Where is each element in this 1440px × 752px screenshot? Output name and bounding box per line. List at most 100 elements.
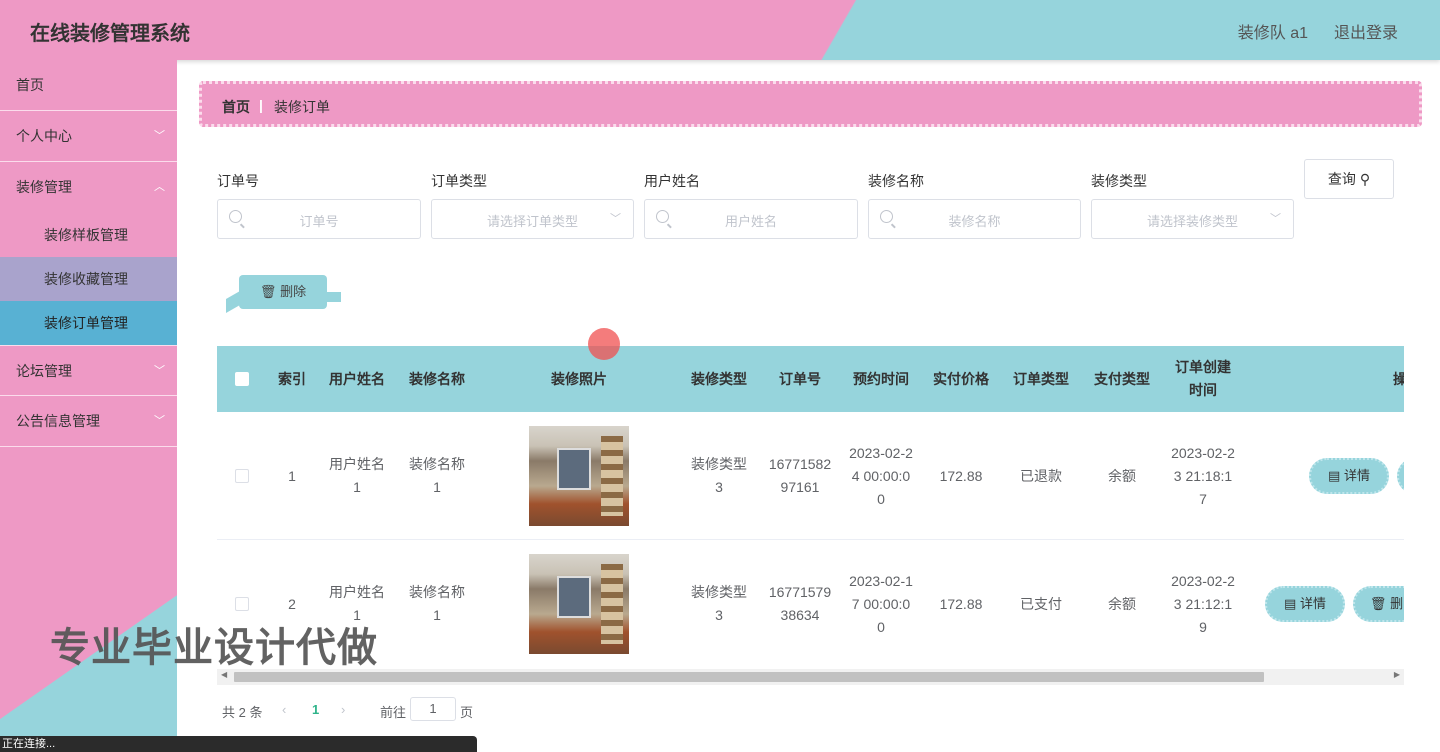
total-count: 共 2 条 (222, 705, 263, 720)
cell-appointment: 2023-02-17 00:00:00 (849, 572, 913, 635)
cell-deco-type: 装修类型3 (691, 584, 747, 623)
column-header: 预约时间 (853, 370, 909, 387)
scrollbar-thumb[interactable] (234, 672, 1264, 682)
chevron-down-icon: ﹀ (1270, 213, 1281, 225)
order-type-select[interactable]: 请选择订单类型 ﹀ (431, 199, 634, 239)
column-header: 装修名称 (409, 370, 465, 387)
sidebar-item-label: 首页 (16, 77, 44, 93)
query-button[interactable]: 查询 ⚲ (1304, 159, 1394, 199)
goto-page-input[interactable]: 1 (410, 697, 456, 721)
user-name-input[interactable]: 用户姓名 (644, 199, 858, 239)
decoration-photo[interactable] (529, 554, 629, 654)
browser-status-bar: 正在连接... (0, 736, 477, 752)
app-title: 在线装修管理系统 (30, 23, 190, 45)
cell-price: 172.88 (939, 595, 983, 612)
order-no-input[interactable]: 订单号 (217, 199, 421, 239)
prev-page-icon[interactable]: ‹ (282, 702, 286, 717)
logout-link[interactable]: 退出登录 (1334, 19, 1398, 43)
trash-icon: 🗑 (259, 284, 277, 299)
cell-created: 2023-02-23 21:12:19 (1171, 572, 1235, 635)
chevron-down-icon: ﹀ (610, 213, 621, 225)
select-all-cell (217, 346, 267, 412)
order-type-label: 订单类型 (431, 173, 487, 189)
cell-appointment: 2023-02-24 00:00:00 (849, 444, 913, 507)
cell-pay-type: 余额 (1108, 467, 1136, 484)
orders-table: 索引 用户姓名 装修名称 装修照片 装修类型 订单号 预约时间 实付价格 订单类… (217, 346, 1404, 656)
column-header: 装修类型 (691, 370, 747, 387)
order-no-label: 订单号 (217, 173, 259, 189)
chevron-up-icon: ︿ (154, 181, 165, 193)
detail-button[interactable]: ▤ 详情 (1309, 458, 1389, 494)
sidebar-subitem-orders[interactable]: 装修订单管理 (0, 301, 177, 345)
detail-icon: ▤ (1284, 596, 1297, 611)
decoration-photo[interactable] (529, 426, 629, 526)
order-type-placeholder: 请选择订单类型 (486, 214, 578, 229)
row-checkbox[interactable] (235, 469, 249, 483)
column-header: 订单号 (779, 370, 821, 387)
next-page-icon[interactable]: › (341, 702, 345, 717)
select-all-checkbox[interactable] (235, 372, 249, 386)
deco-type-select[interactable]: 请选择装修类型 ﹀ (1091, 199, 1294, 239)
cell-deco-type: 装修类型3 (691, 456, 747, 495)
cell-deco-name: 装修名称1 (409, 584, 465, 623)
sidebar-item-home[interactable]: 首页 (0, 60, 177, 111)
deco-name-label: 装修名称 (868, 173, 924, 189)
sidebar-item-label: 论坛管理 (16, 363, 72, 379)
cell-order-no: 1677158297161 (768, 456, 832, 495)
sidebar-subitem-template[interactable]: 装修样板管理 (0, 213, 177, 257)
column-header: 实付价格 (933, 370, 989, 387)
cell-order-no: 1677157938634 (768, 584, 832, 623)
column-header: 支付类型 (1094, 370, 1150, 387)
row-delete-button[interactable]: 🗑 删除 (1353, 586, 1404, 622)
deco-name-input[interactable]: 装修名称 (868, 199, 1081, 239)
column-header: 用户姓名 (329, 370, 385, 387)
search-icon: ⚲ (1359, 171, 1371, 187)
detail-button[interactable]: ▤ 详情 (1265, 586, 1345, 622)
breadcrumb: 首页 | 装修订单 (199, 81, 1422, 127)
chevron-down-icon: ﹀ (154, 415, 165, 427)
row-checkbox[interactable] (235, 597, 249, 611)
cell-order-type: 已退款 (1020, 467, 1062, 484)
detail-icon: ▤ (1328, 468, 1341, 483)
row-delete-button[interactable]: 🗑 删除 (1397, 458, 1404, 494)
sidebar-item-announcements[interactable]: 公告信息管理 ﹀ (0, 396, 177, 447)
horizontal-scrollbar[interactable]: ◀ ▶ (217, 669, 1404, 685)
column-header: 操作 (1393, 370, 1404, 387)
deco-type-label: 装修类型 (1091, 173, 1147, 189)
batch-delete-button[interactable]: 🗑 删除 (226, 275, 341, 314)
click-indicator (588, 328, 620, 360)
column-header: 订单类型 (1013, 370, 1069, 387)
top-header: 在线装修管理系统 装修队 a1 退出登录 (0, 0, 1440, 60)
cell-pay-type: 余额 (1108, 595, 1136, 612)
table-row: 1 用户姓名1 装修名称1 装修类型3 1677158297161 2023-0… (217, 412, 1404, 540)
page-number[interactable]: 1 (312, 702, 319, 717)
chevron-down-icon: ﹀ (154, 130, 165, 142)
delete-label: 删除 (280, 284, 307, 299)
cell-order-type: 已支付 (1020, 595, 1062, 612)
sidebar-item-decoration-management[interactable]: 装修管理 ︿ (0, 162, 177, 213)
sidebar-subitem-favorites[interactable]: 装修收藏管理 (0, 257, 177, 301)
column-header: 装修照片 (551, 370, 607, 387)
chevron-down-icon: ﹀ (154, 365, 165, 377)
table-row: 2 用户姓名1 装修名称1 装修类型3 1677157938634 2023-0… (217, 540, 1404, 656)
cell-deco-name: 装修名称1 (409, 456, 465, 495)
sidebar-item-personal-center[interactable]: 个人中心 ﹀ (0, 111, 177, 162)
user-name-placeholder: 用户姓名 (724, 214, 777, 229)
cell-price: 172.88 (939, 467, 983, 484)
table-header: 索引 用户姓名 装修名称 装修照片 装修类型 订单号 预约时间 实付价格 订单类… (217, 346, 1404, 412)
deco-type-placeholder: 请选择装修类型 (1146, 214, 1238, 229)
breadcrumb-home[interactable]: 首页 (222, 97, 250, 117)
breadcrumb-current: 装修订单 (274, 99, 330, 115)
scroll-right-icon[interactable]: ▶ (1394, 670, 1400, 679)
cell-created: 2023-02-23 21:18:17 (1171, 444, 1235, 507)
sidebar-item-forum[interactable]: 论坛管理 ﹀ (0, 345, 177, 396)
breadcrumb-separator: | (259, 97, 263, 113)
cell-index: 1 (288, 467, 296, 484)
page-suffix: 页 (460, 705, 474, 720)
column-header: 订单创建时间 (1175, 359, 1231, 398)
sidebar-item-label: 个人中心 (16, 128, 72, 144)
column-header: 索引 (278, 370, 306, 387)
sidebar-item-label: 装修管理 (16, 179, 72, 195)
query-label: 查询 (1327, 171, 1356, 187)
trash-icon: 🗑 (1369, 596, 1387, 611)
